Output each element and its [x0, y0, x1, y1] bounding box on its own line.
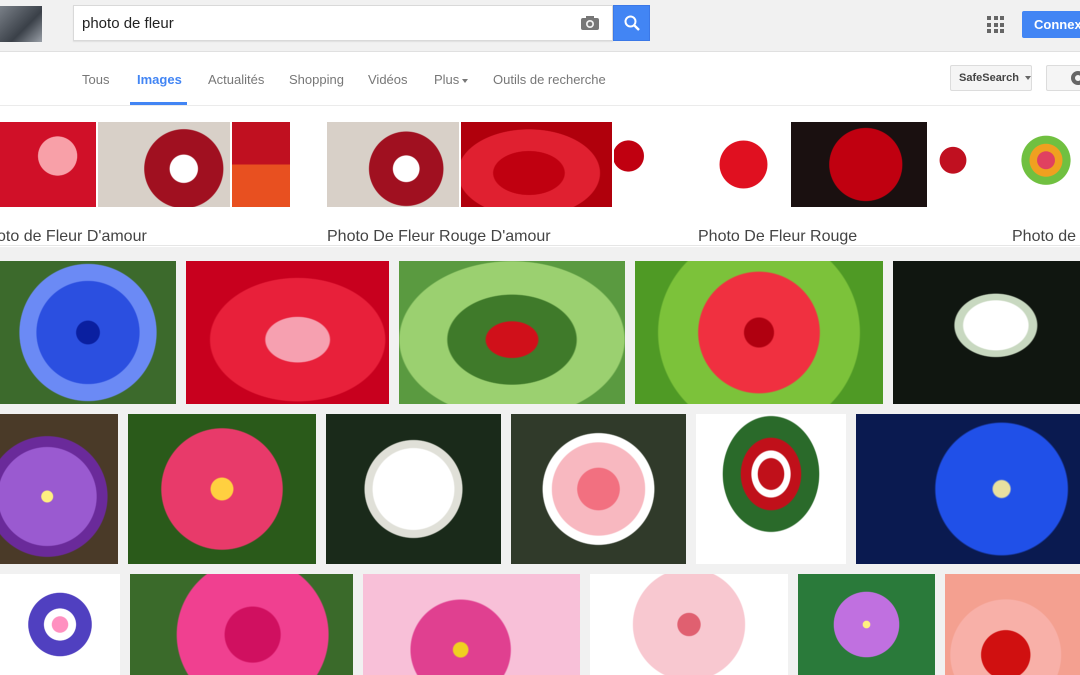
image-result[interactable]	[893, 261, 1080, 404]
related-search-label: Photo De Fleur Rouge	[698, 228, 858, 245]
related-thumbnail	[929, 122, 977, 207]
image-result[interactable]	[130, 574, 353, 675]
image-result[interactable]	[0, 574, 120, 675]
related-thumbnail	[1012, 122, 1080, 207]
image-result[interactable]	[186, 261, 389, 404]
tab-videos[interactable]: Vidéos	[368, 72, 408, 87]
tab-more[interactable]: Plus	[434, 72, 469, 87]
search-icon	[624, 15, 640, 31]
image-result[interactable]	[0, 261, 176, 404]
image-result[interactable]	[511, 414, 686, 564]
tab-search-tools[interactable]: Outils de recherche	[493, 72, 606, 87]
related-search-label: Photo De Fleur Rouge D'amour	[327, 228, 551, 245]
search-results-page: Connex Tous Images Actualités Shopping V…	[0, 0, 1080, 675]
image-result[interactable]	[326, 414, 501, 564]
image-result[interactable]	[635, 261, 883, 404]
related-search-label: oto de Fleur D'amour	[0, 228, 147, 245]
search-input[interactable]	[82, 6, 572, 40]
search-tabs-bar: Tous Images Actualités Shopping Vidéos P…	[0, 52, 1080, 106]
image-results-grid	[0, 247, 1080, 675]
related-thumbnail	[327, 122, 459, 207]
related-thumbnail	[791, 122, 927, 207]
image-result[interactable]	[128, 414, 316, 564]
image-result[interactable]	[399, 261, 625, 404]
gear-icon	[1071, 71, 1080, 85]
related-thumbnail	[232, 122, 290, 207]
related-thumbnail	[0, 122, 96, 207]
settings-button[interactable]	[1046, 65, 1080, 91]
tab-images[interactable]: Images	[137, 72, 182, 87]
search-button[interactable]	[613, 5, 650, 41]
tab-all[interactable]: Tous	[82, 72, 109, 87]
image-result[interactable]	[945, 574, 1080, 675]
safesearch-label: SafeSearch	[959, 72, 1019, 84]
related-searches-strip: oto de Fleur D'amour Photo De Fleur Roug…	[0, 106, 1080, 246]
camera-icon[interactable]	[580, 15, 600, 31]
safesearch-button[interactable]: SafeSearch	[950, 65, 1032, 91]
chevron-down-icon	[1025, 76, 1031, 81]
image-result[interactable]	[0, 414, 118, 564]
related-thumbnail	[461, 122, 612, 207]
tab-more-label: Plus	[434, 72, 460, 87]
related-search-label: Photo de	[1012, 228, 1077, 245]
image-result[interactable]	[363, 574, 580, 675]
related-thumbnail	[614, 122, 662, 207]
apps-grid-icon[interactable]	[987, 16, 1004, 33]
chevron-down-icon	[462, 78, 469, 83]
image-result[interactable]	[590, 574, 788, 675]
logo-thumbnail[interactable]	[0, 6, 42, 42]
signin-button[interactable]: Connex	[1022, 11, 1080, 38]
image-result[interactable]	[696, 414, 846, 564]
related-thumbnail	[698, 122, 789, 207]
image-result[interactable]	[798, 574, 935, 675]
top-header: Connex	[0, 0, 1080, 52]
related-thumbnail	[98, 122, 230, 207]
search-box[interactable]	[73, 5, 613, 41]
image-result[interactable]	[856, 414, 1080, 564]
active-tab-indicator	[130, 102, 187, 105]
tab-news[interactable]: Actualités	[208, 72, 264, 87]
tab-shopping[interactable]: Shopping	[289, 72, 344, 87]
